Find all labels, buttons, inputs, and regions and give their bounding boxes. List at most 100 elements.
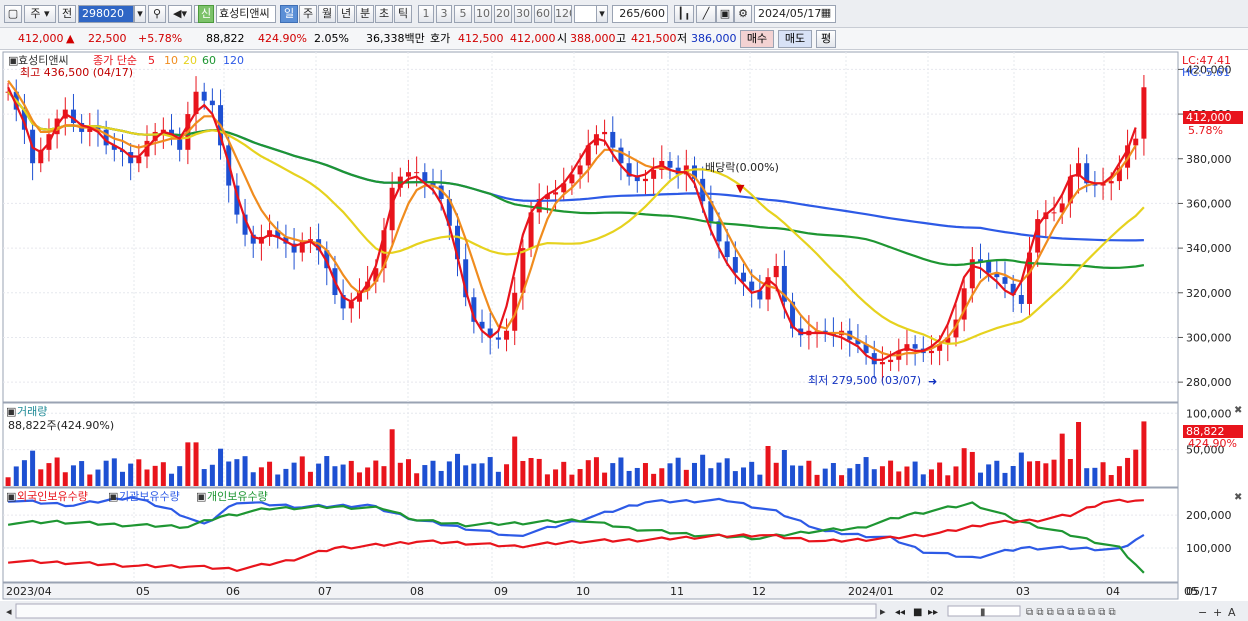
volume-bar — [569, 474, 575, 486]
volume-bar — [430, 460, 436, 486]
search-icon[interactable]: ⚲ — [148, 5, 166, 23]
candle-body — [1002, 277, 1008, 284]
sell-button[interactable]: 매도 — [778, 30, 812, 48]
volume-bar — [242, 456, 248, 486]
zoom-in-icon[interactable]: + — [1213, 606, 1222, 619]
font-size-icon[interactable]: A — [1228, 606, 1236, 619]
rewind-icon[interactable]: ◂◂ — [895, 607, 905, 618]
holding-legend-icon: ▣ — [196, 490, 206, 503]
prev-button[interactable]: 전 — [58, 5, 76, 23]
forward-icon[interactable]: ▸▸ — [928, 607, 938, 618]
ma-legend-5[interactable]: 5 — [148, 54, 155, 67]
stock-chart-svg[interactable]: 100,00050,000 200,000100,000 420,000400,… — [0, 50, 1248, 621]
period-button[interactable]: 월 — [318, 5, 336, 23]
volume-ratio: 424.90% — [258, 32, 307, 45]
candle-body — [651, 169, 657, 179]
period-button[interactable]: 분 — [356, 5, 374, 23]
volume-bar — [871, 469, 877, 486]
ma-legend-10[interactable]: 10 — [164, 54, 178, 67]
zoom-slider-handle-icon[interactable]: ▮ — [980, 607, 986, 618]
stop-icon[interactable]: ■ — [913, 607, 922, 618]
calendar-icon[interactable]: ▦ — [818, 5, 834, 23]
candle-body — [642, 178, 648, 182]
period-button[interactable]: 틱 — [394, 5, 412, 23]
window-menu-icon[interactable]: ▢ — [4, 5, 22, 23]
candle-body — [912, 344, 918, 349]
x-axis-label: 10 — [576, 585, 590, 598]
speaker-icon[interactable]: ◀▾ — [168, 5, 192, 23]
volume-bar — [30, 450, 36, 486]
ma-legend-20[interactable]: 20 — [183, 54, 197, 67]
high: 421,500 — [631, 32, 677, 45]
volume-bar — [994, 460, 1000, 486]
volume-bar — [1100, 462, 1106, 486]
volume-bar — [896, 471, 902, 486]
holding-legend-label[interactable]: 외국인보유수량 — [17, 490, 88, 503]
scroll-track[interactable] — [15, 603, 877, 619]
zoom-out-icon[interactable]: − — [1198, 606, 1207, 619]
ma-legend-120[interactable]: 120 — [223, 54, 244, 67]
ma-legend-60[interactable]: 60 — [202, 54, 216, 67]
interval-button[interactable]: 30 — [514, 5, 532, 23]
volume-bar — [405, 459, 411, 486]
volume-bar — [193, 442, 199, 486]
price-panel-icon: ▣ — [8, 54, 18, 67]
count-field[interactable]: 265/600 — [612, 5, 668, 23]
layout-icons[interactable]: ⧉ ⧉ ⧉ ⧉ ⧉ ⧉ ⧉ ⧉ ⧉ — [1026, 607, 1116, 618]
buy-button[interactable]: 매수 — [740, 30, 774, 48]
interval-button[interactable]: 1 — [418, 5, 434, 23]
x-axis-label: 05/17 — [1186, 585, 1218, 598]
scroll-right-icon[interactable]: ▸ — [880, 605, 886, 618]
price-panel-frame — [2, 51, 1179, 403]
price-tick-label: 320,000 — [1186, 287, 1232, 300]
low-label: 저 — [677, 32, 688, 45]
holding-legend-label[interactable]: 개인보유수량 — [207, 490, 268, 503]
interval-button[interactable]: 5 — [454, 5, 472, 23]
x-axis-label: 08 — [410, 585, 424, 598]
eval-button[interactable]: 평 — [816, 30, 836, 48]
volume-bar — [471, 463, 477, 486]
volume-bar — [741, 467, 747, 486]
holding-close-icon[interactable]: ✖ — [1234, 492, 1242, 503]
interval-dropdown-icon[interactable]: ▾ — [596, 5, 608, 23]
gear-icon[interactable]: ⚙ — [734, 5, 752, 23]
interval-button[interactable]: 120 — [554, 5, 572, 23]
type-selector[interactable]: 주 ▾ — [24, 5, 56, 23]
period-button[interactable]: 주 — [299, 5, 317, 23]
holding-legend-label[interactable]: 기관보유수량 — [119, 490, 180, 503]
stock-code-input[interactable]: 298020 — [78, 5, 134, 23]
interval-button[interactable]: 20 — [494, 5, 512, 23]
hc-value: HC:-5.61 — [1182, 66, 1230, 79]
volume-close-icon[interactable]: ✖ — [1234, 405, 1242, 416]
turnover: 2.05% — [314, 32, 349, 45]
volume-bar — [806, 460, 812, 486]
x-axis-label: 11 — [670, 585, 684, 598]
save-icon[interactable]: ▣ — [716, 5, 734, 23]
volume-bar — [455, 453, 461, 486]
candle-icon[interactable]: ┃╻ — [674, 5, 694, 23]
volume-bar — [128, 463, 134, 486]
scroll-left-icon[interactable]: ◂ — [6, 605, 12, 618]
volume: 88,822 — [206, 32, 245, 45]
period-button[interactable]: 년 — [337, 5, 355, 23]
stock-name: 효성티앤씨 — [216, 5, 276, 23]
interval-button[interactable]: 3 — [436, 5, 452, 23]
volume-bar — [479, 463, 485, 486]
hoga-label: 호가 — [430, 32, 451, 45]
period-button[interactable]: 초 — [375, 5, 393, 23]
period-button[interactable]: 일 — [280, 5, 298, 23]
price-tick-label: 280,000 — [1186, 376, 1232, 389]
interval-button[interactable]: 10 — [474, 5, 492, 23]
interval-button[interactable]: 60 — [534, 5, 552, 23]
volume-bar — [626, 470, 632, 486]
volume-bar — [332, 466, 338, 486]
ask: 412,500 — [458, 32, 504, 45]
volume-bar — [487, 457, 493, 486]
dividend-marker-icon: ▼ — [736, 182, 745, 195]
candle-body — [1141, 87, 1147, 139]
code-dropdown-icon[interactable]: ▾ — [134, 5, 146, 23]
candle-body — [879, 362, 885, 365]
volume-bar — [691, 462, 697, 486]
line-draw-icon[interactable]: ╱ — [696, 5, 716, 23]
candle-body — [577, 165, 583, 175]
